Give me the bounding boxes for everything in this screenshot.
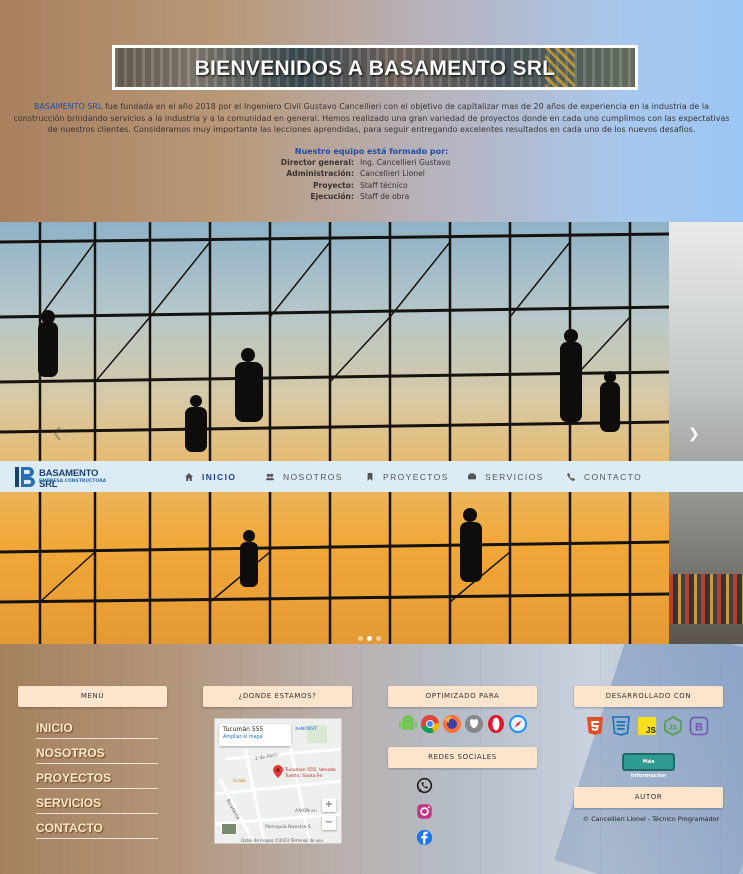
apple-icon — [465, 715, 483, 733]
nav-item-label: NOSOTROS — [283, 472, 343, 482]
map-place: AXION en — [295, 809, 317, 814]
chevron-left-icon[interactable]: ❮ — [52, 426, 63, 441]
svg-text:JS: JS — [646, 726, 656, 735]
team-row: Director general: Ing. Cancellieri Gustav… — [0, 158, 743, 169]
safari-icon — [509, 715, 527, 733]
footer-link-contacto[interactable]: CONTACTO — [36, 821, 158, 839]
scaffolding-silhouette — [0, 222, 669, 644]
team-role: Director general: — [280, 158, 354, 167]
chrome-icon — [421, 715, 440, 734]
svg-text:B: B — [695, 722, 703, 734]
logo-b-icon — [15, 467, 35, 487]
team-title: Nuestro equipo está formado por: — [294, 147, 449, 156]
html5-icon — [587, 717, 603, 735]
map-pin-label: Tucumán 555, Venado Tuerto, Santa Fe — [285, 768, 336, 779]
footer-developed-heading: DESARROLLADO CON — [574, 686, 723, 707]
team-role: Proyecto: — [312, 180, 354, 190]
team-row: Administración: Cancellieri Lionel — [0, 169, 743, 180]
brand-name: BASAMENTO SRL — [34, 102, 103, 111]
team-row: Ejecución: Staff de obra — [0, 192, 743, 203]
nav-item-label: SERVICIOS — [485, 472, 544, 482]
main-navbar: BASAMENTO SRL EMPRESA CONSTRUCTORA INICI… — [0, 461, 743, 492]
team-role: Ejecución: — [310, 192, 354, 202]
welcome-banner: BIENVENIDOS A BASAMENTO SRL — [112, 45, 638, 90]
footer-author-heading: AUTOR — [574, 787, 723, 808]
image-carousel[interactable] — [0, 222, 743, 644]
opera-icon — [488, 715, 504, 733]
map-place: XeNONVT — [295, 727, 318, 732]
carousel-indicators — [358, 636, 381, 641]
intro-description: fue fundada en el año 2018 por el Ingeni… — [13, 102, 730, 135]
users-icon — [266, 473, 274, 481]
map-info-card: Tucumán 555 Ampliar el mapa — [219, 724, 291, 746]
nodejs-icon: JS — [664, 716, 682, 736]
carousel-slide-scaffolding — [0, 222, 669, 644]
team-role: Administración: — [286, 169, 354, 179]
home-icon — [185, 473, 193, 481]
map-address: Tucumán 555 — [223, 726, 264, 733]
nav-item-servicios[interactable]: SERVICIOS — [468, 472, 544, 482]
map-place: Grido — [233, 779, 246, 784]
android-icon — [399, 715, 417, 730]
banner-title: BIENVENIDOS A BASAMENTO SRL — [194, 57, 556, 80]
nav-item-proyectos[interactable]: PROYECTOS — [366, 472, 449, 482]
whatsapp-icon[interactable] — [416, 777, 433, 794]
team-member: Cancellieri Lionel — [360, 169, 425, 179]
firefox-icon — [443, 715, 461, 733]
footer-link-inicio[interactable]: INICIO — [36, 721, 158, 739]
footer-social-heading: REDES SOCIALES — [388, 747, 537, 768]
truck-icon — [468, 473, 476, 480]
bookmark-icon — [367, 473, 373, 481]
carousel-slide-workers — [669, 222, 743, 644]
team-member: Staff técnico — [360, 180, 408, 190]
nav-item-nosotros[interactable]: NOSOTROS — [266, 472, 343, 482]
nav-item-label: INICIO — [202, 472, 237, 482]
carousel-indicator[interactable] — [358, 636, 363, 641]
footer-link-proyectos[interactable]: PROYECTOS — [36, 771, 158, 789]
carousel-indicator[interactable] — [376, 636, 381, 641]
footer-link-servicios[interactable]: SERVICIOS — [36, 796, 158, 814]
footer-location-heading: ¿DONDE ESTAMOS? — [203, 686, 352, 707]
map-attribution: Datos de mapas ©2023 Términos de uso — [241, 838, 323, 843]
map-enlarge-link[interactable]: Ampliar el mapa — [223, 735, 287, 740]
footer-optimized-heading: OPTIMIZADO PARA — [388, 686, 537, 707]
map-pin-icon — [273, 765, 283, 778]
logo-subtitle: EMPRESA CONSTRUCTORA — [39, 479, 107, 484]
carousel-indicator[interactable] — [367, 636, 372, 641]
nav-item-inicio[interactable]: INICIO — [185, 472, 236, 482]
svg-text:JS: JS — [669, 725, 678, 732]
map-layers-thumbnail[interactable] — [221, 823, 237, 835]
team-list: Director general: Ing. Cancellieri Gustav… — [0, 158, 743, 204]
instagram-icon[interactable] — [416, 803, 433, 820]
team-member: Ing. Cancellieri Gustavo — [360, 158, 451, 167]
facebook-icon[interactable] — [416, 829, 433, 846]
phone-icon — [567, 473, 575, 481]
intro-section: BIENVENIDOS A BASAMENTO SRL BASAMENTO SR… — [0, 0, 743, 222]
nav-item-label: PROYECTOS — [383, 472, 449, 482]
bootstrap-icon: B — [689, 716, 709, 736]
javascript-icon: JS — [638, 717, 656, 735]
map-zoom-in-button[interactable]: + — [322, 798, 336, 812]
team-member: Staff de obra — [360, 192, 410, 202]
footer-menu-heading: MENÚ — [18, 686, 167, 707]
nav-item-label: CONTACTO — [584, 472, 643, 482]
map-place: Parroquia Nuestra S — [265, 825, 311, 830]
footer-link-nosotros[interactable]: NOSOTROS — [36, 746, 158, 764]
company-logo[interactable]: BASAMENTO SRL EMPRESA CONSTRUCTORA — [15, 465, 115, 490]
intro-paragraph: BASAMENTO SRL fue fundada en el año 2018… — [8, 101, 735, 136]
nav-item-contacto[interactable]: CONTACTO — [567, 472, 642, 482]
more-info-button[interactable]: Más información — [622, 753, 675, 779]
copyright-text: © Cancellieri Lionel - Técnico Programad… — [582, 815, 720, 823]
team-row: Proyecto: Staff técnico — [0, 181, 743, 192]
chevron-right-icon[interactable]: ❯ — [688, 426, 700, 442]
css3-icon — [612, 716, 630, 736]
map-zoom-out-button[interactable]: − — [322, 816, 336, 830]
